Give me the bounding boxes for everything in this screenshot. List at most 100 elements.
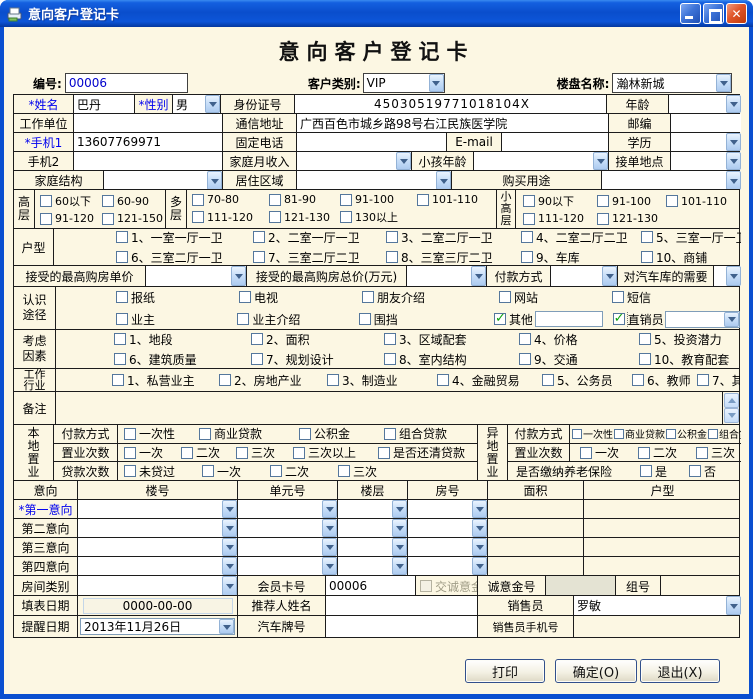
checkbox-icon[interactable] [237, 313, 249, 325]
max-total-price-select[interactable] [407, 266, 487, 286]
checkbox-icon[interactable] [697, 374, 709, 386]
unit-type-option[interactable]: 10、商铺 [641, 249, 741, 266]
local-pay-option[interactable]: 商业贷款 [199, 425, 299, 442]
room-select[interactable] [408, 519, 488, 537]
checkbox-icon[interactable] [181, 447, 193, 459]
unit-type-option[interactable]: 2、二室一厅一卫 [253, 229, 386, 246]
checkbox-icon[interactable] [638, 447, 650, 459]
floor-range-option[interactable]: 130以上 [340, 209, 417, 225]
factor-option[interactable]: 9、交通 [519, 351, 639, 368]
industry-option[interactable]: 4、金融贸易 [437, 372, 542, 389]
factor-option[interactable]: 7、规划设计 [251, 351, 384, 368]
factor-option[interactable]: 10、教育配套 [639, 351, 740, 368]
remote-times-option[interactable]: 一次 [580, 444, 638, 461]
floor-select[interactable] [338, 500, 408, 518]
floor-range-option[interactable]: 90以下 [523, 193, 597, 209]
floor-range-option[interactable]: 70-80 [192, 193, 269, 206]
checkbox-icon[interactable] [116, 291, 128, 303]
local-times-option[interactable]: 二次 [181, 444, 236, 461]
channel-option[interactable]: 报纸 [116, 289, 239, 306]
checkbox-icon[interactable] [340, 194, 352, 206]
local-loan-option[interactable]: 三次 [338, 463, 477, 480]
workplace-field[interactable] [74, 114, 223, 132]
checkbox-icon[interactable] [116, 231, 128, 243]
garage-need-select[interactable] [714, 266, 741, 286]
remote-pay-option[interactable]: 一次性 [572, 426, 614, 441]
floor-range-option[interactable]: 91-120 [40, 212, 102, 225]
checkbox-icon[interactable] [192, 211, 204, 223]
checkbox-icon[interactable] [542, 374, 554, 386]
unit-select[interactable] [238, 500, 338, 518]
checkbox-icon[interactable] [696, 447, 708, 459]
channel-other-input[interactable] [535, 311, 602, 327]
checked-checkbox-icon[interactable] [613, 313, 625, 325]
factor-option[interactable]: 5、投资潜力 [639, 331, 740, 348]
floor-select[interactable] [338, 519, 408, 537]
local-loan-option[interactable]: 未贷过 [124, 463, 202, 480]
checkbox-icon[interactable] [612, 291, 624, 303]
unit-select[interactable] [238, 557, 338, 575]
referrer-field[interactable] [326, 596, 478, 615]
floor-range-option[interactable]: 101-110 [417, 193, 496, 206]
checked-checkbox-icon[interactable] [494, 313, 506, 325]
checkbox-icon[interactable] [523, 195, 535, 207]
floor-range-option[interactable]: 101-110 [666, 193, 741, 209]
checkbox-icon[interactable] [102, 195, 114, 207]
unit-select[interactable] [238, 538, 338, 556]
telephone-field[interactable] [297, 133, 447, 151]
channel-option[interactable]: 电视 [239, 289, 362, 306]
checkbox-icon[interactable] [199, 428, 211, 440]
local-times-option[interactable]: 三次 [236, 444, 293, 461]
pension-yes-option[interactable]: 是 [640, 463, 667, 480]
close-button[interactable]: ✕ [726, 3, 747, 24]
local-times-option[interactable]: 一次 [124, 444, 181, 461]
checkbox-icon[interactable] [40, 195, 52, 207]
ok-button[interactable]: 确定(O) [555, 659, 637, 683]
checkbox-icon[interactable] [359, 313, 371, 325]
local-times-option[interactable]: 三次以上 [293, 444, 378, 461]
factor-option[interactable]: 6、建筑质量 [114, 351, 251, 368]
checkbox-icon[interactable] [102, 213, 114, 225]
seller-phone-field[interactable] [574, 616, 741, 637]
checkbox-icon[interactable] [640, 465, 652, 477]
local-pay-option[interactable]: 公积金 [299, 425, 384, 442]
checkbox-icon[interactable] [299, 428, 311, 440]
mobile1-field[interactable]: 13607769971 [74, 133, 223, 151]
checkbox-icon[interactable] [523, 213, 535, 225]
car-plate-field[interactable] [326, 616, 478, 637]
unit-type-option[interactable]: 4、二室二厅二卫 [521, 229, 641, 246]
checkbox-icon[interactable] [417, 194, 429, 206]
checkbox-icon[interactable] [521, 251, 533, 263]
industry-option[interactable]: 6、教师 [632, 372, 697, 389]
purpose-select[interactable] [602, 171, 741, 190]
checkbox-icon[interactable] [386, 231, 398, 243]
checkbox-icon[interactable] [251, 353, 263, 365]
checkbox-icon[interactable] [269, 211, 281, 223]
id-field[interactable]: 45030519771018104X [295, 95, 607, 113]
payment-method-select[interactable] [551, 266, 618, 286]
factor-option[interactable]: 4、价格 [519, 331, 639, 348]
remote-pay-option[interactable]: 组合贷款 [708, 426, 741, 441]
gender-select[interactable]: 男 [173, 95, 221, 113]
remind-date-picker[interactable]: 2013年11月26日 [80, 618, 235, 635]
checkbox-icon[interactable] [40, 213, 52, 225]
room-select[interactable] [408, 557, 488, 575]
checkbox-icon[interactable] [708, 429, 718, 439]
local-pay-option[interactable]: 组合贷款 [384, 425, 477, 442]
remote-times-option[interactable]: 二次 [638, 444, 696, 461]
remark-textarea[interactable] [56, 392, 723, 424]
factor-option[interactable]: 3、区域配套 [384, 331, 519, 348]
checkbox-icon[interactable] [384, 428, 396, 440]
name-field[interactable]: 巴丹 [74, 95, 135, 113]
checkbox-icon[interactable] [362, 291, 374, 303]
checkbox-icon[interactable] [124, 447, 136, 459]
checkbox-icon[interactable] [192, 194, 204, 206]
print-button[interactable]: 打印 [465, 659, 545, 683]
unit-type-option[interactable]: 1、一室一厅一卫 [116, 229, 253, 246]
member-card-field[interactable]: 00006 [326, 576, 416, 596]
region-select[interactable] [297, 171, 452, 190]
remote-pay-option[interactable]: 公积金 [666, 426, 708, 441]
channel-option[interactable]: 业主介绍 [237, 311, 358, 328]
room-select[interactable] [408, 500, 488, 518]
checkbox-icon[interactable] [689, 465, 701, 477]
